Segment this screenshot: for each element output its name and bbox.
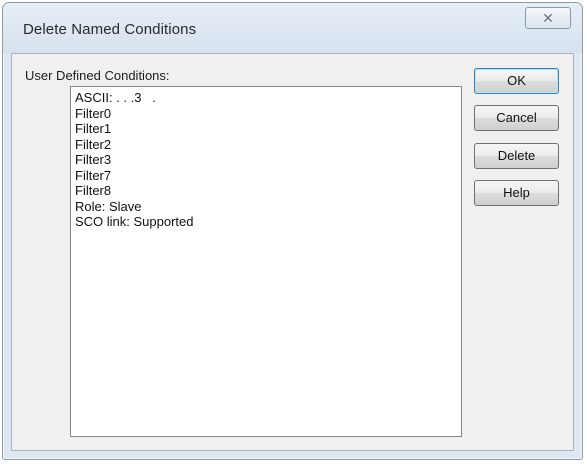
list-item[interactable]: ASCII: . . .3 . bbox=[75, 90, 457, 106]
ok-button[interactable]: OK bbox=[474, 68, 559, 94]
list-item[interactable]: Filter2 bbox=[75, 137, 457, 153]
window-title: Delete Named Conditions bbox=[23, 21, 197, 38]
close-icon: ✕ bbox=[542, 10, 554, 26]
delete-named-conditions-dialog: Delete Named Conditions ✕ User Defined C… bbox=[2, 2, 583, 460]
dialog-client-area: User Defined Conditions: ASCII: . . .3 .… bbox=[11, 53, 574, 451]
list-item[interactable]: Filter8 bbox=[75, 183, 457, 199]
help-button[interactable]: Help bbox=[474, 180, 559, 206]
conditions-listbox[interactable]: ASCII: . . .3 . Filter0 Filter1 Filter2 … bbox=[70, 86, 462, 437]
user-defined-conditions-label: User Defined Conditions: bbox=[25, 68, 170, 83]
title-bar[interactable]: Delete Named Conditions ✕ bbox=[3, 3, 582, 53]
list-item[interactable]: SCO link: Supported bbox=[75, 214, 457, 230]
list-item[interactable]: Role: Slave bbox=[75, 199, 457, 215]
delete-button[interactable]: Delete bbox=[474, 143, 559, 169]
list-item[interactable]: Filter0 bbox=[75, 106, 457, 122]
list-item[interactable]: Filter7 bbox=[75, 168, 457, 184]
list-item[interactable]: Filter3 bbox=[75, 152, 457, 168]
cancel-button[interactable]: Cancel bbox=[474, 105, 559, 131]
list-item[interactable]: Filter1 bbox=[75, 121, 457, 137]
close-button[interactable]: ✕ bbox=[525, 7, 571, 29]
